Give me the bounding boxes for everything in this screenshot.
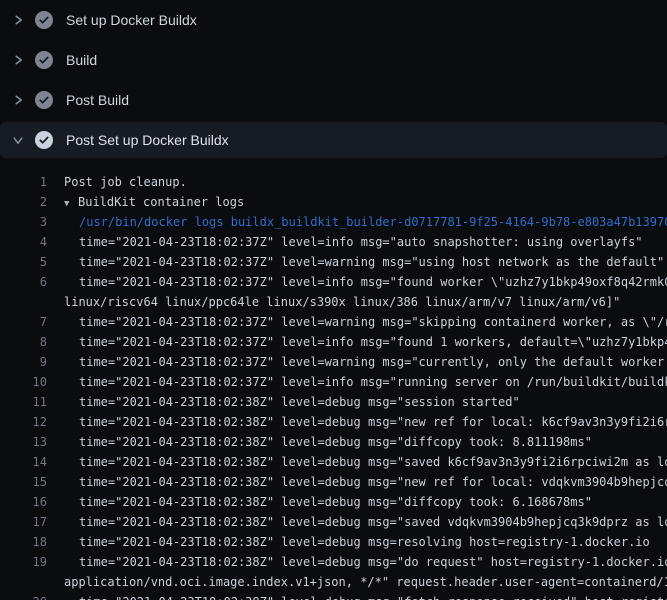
log-line: 11 time="2021-04-23T18:02:38Z" level=deb… <box>0 392 667 412</box>
chevron-right-icon <box>10 94 26 106</box>
log-line: 20 time="2021-04-23T18:02:38Z" level=deb… <box>0 592 667 600</box>
log-line: 17 time="2021-04-23T18:02:38Z" level=deb… <box>0 512 667 532</box>
line-number[interactable]: 7 <box>0 312 47 332</box>
step-title: Post Build <box>66 92 129 108</box>
line-text: linux/riscv64 linux/ppc64le linux/s390x … <box>64 292 620 312</box>
log-line: 6 time="2021-04-23T18:02:37Z" level=info… <box>0 272 667 292</box>
log-line: 5 time="2021-04-23T18:02:37Z" level=warn… <box>0 252 667 272</box>
line-number[interactable]: 20 <box>0 592 47 600</box>
step-header-post-set-up-docker-buildx[interactable]: Post Set up Docker Buildx <box>0 122 667 158</box>
log-line: 8 time="2021-04-23T18:02:37Z" level=info… <box>0 332 667 352</box>
line-number[interactable]: 8 <box>0 332 47 352</box>
log-line: application/vnd.oci.image.index.v1+json,… <box>0 572 667 592</box>
line-text: /usr/bin/docker logs buildx_buildkit_bui… <box>64 212 667 232</box>
line-text: time="2021-04-23T18:02:38Z" level=debug … <box>64 432 592 452</box>
line-number[interactable]: 15 <box>0 472 47 492</box>
check-circle-icon <box>35 11 53 29</box>
line-number[interactable]: 1 <box>0 172 47 192</box>
line-number[interactable]: 10 <box>0 372 47 392</box>
line-number[interactable]: 13 <box>0 432 47 452</box>
check-circle-icon <box>35 131 53 149</box>
line-text: Post job cleanup. <box>64 172 187 192</box>
log-line: 13 time="2021-04-23T18:02:38Z" level=deb… <box>0 432 667 452</box>
step-header-set-up-docker-buildx[interactable]: Set up Docker Buildx <box>0 2 667 38</box>
line-number[interactable] <box>0 292 47 312</box>
line-text: time="2021-04-23T18:02:37Z" level=warnin… <box>64 352 667 372</box>
line-text: time="2021-04-23T18:02:38Z" level=debug … <box>64 452 667 472</box>
step-header-post-build[interactable]: Post Build <box>0 82 667 118</box>
step-list: Set up Docker Buildx Build Post Build <box>0 0 667 158</box>
line-number[interactable]: 4 <box>0 232 47 252</box>
log-line: 15 time="2021-04-23T18:02:38Z" level=deb… <box>0 472 667 492</box>
line-number[interactable]: 11 <box>0 392 47 412</box>
line-number[interactable]: 5 <box>0 252 47 272</box>
line-number[interactable] <box>0 572 47 592</box>
log-lines: 1 Post job cleanup. 2 ▼ BuildKit contain… <box>0 162 667 600</box>
workflow-log-viewer: Set up Docker Buildx Build Post Build <box>0 0 667 600</box>
step-title: Post Set up Docker Buildx <box>66 132 229 148</box>
line-text: time="2021-04-23T18:02:37Z" level=info m… <box>64 332 667 352</box>
line-number[interactable]: 17 <box>0 512 47 532</box>
log-line: 18 time="2021-04-23T18:02:38Z" level=deb… <box>0 532 667 552</box>
line-text: time="2021-04-23T18:02:37Z" level=info m… <box>64 232 643 252</box>
log-line: 3 /usr/bin/docker logs buildx_buildkit_b… <box>0 212 667 232</box>
log-line: 10 time="2021-04-23T18:02:37Z" level=inf… <box>0 372 667 392</box>
line-text: time="2021-04-23T18:02:38Z" level=debug … <box>64 392 520 412</box>
chevron-right-icon <box>10 14 26 26</box>
line-text: time="2021-04-23T18:02:38Z" level=debug … <box>64 552 667 572</box>
line-text: ▼ BuildKit container logs <box>64 192 244 212</box>
log-line: 19 time="2021-04-23T18:02:38Z" level=deb… <box>0 552 667 572</box>
line-text: time="2021-04-23T18:02:38Z" level=debug … <box>64 592 667 600</box>
line-number[interactable]: 9 <box>0 352 47 372</box>
line-text: time="2021-04-23T18:02:37Z" level=info m… <box>64 272 667 292</box>
check-circle-icon <box>35 91 53 109</box>
log-line: 4 time="2021-04-23T18:02:37Z" level=info… <box>0 232 667 252</box>
check-circle-icon <box>35 51 53 69</box>
chevron-down-icon <box>10 134 26 146</box>
line-number[interactable]: 14 <box>0 452 47 472</box>
log-line: 12 time="2021-04-23T18:02:38Z" level=deb… <box>0 412 667 432</box>
line-text: time="2021-04-23T18:02:37Z" level=warnin… <box>64 252 664 272</box>
line-number[interactable]: 3 <box>0 212 47 232</box>
log-line: 1 Post job cleanup. <box>0 172 667 192</box>
log-line: 7 time="2021-04-23T18:02:37Z" level=warn… <box>0 312 667 332</box>
line-number[interactable]: 6 <box>0 272 47 292</box>
log-line: 2 ▼ BuildKit container logs <box>0 192 667 212</box>
line-text: time="2021-04-23T18:02:38Z" level=debug … <box>64 492 592 512</box>
line-text: time="2021-04-23T18:02:37Z" level=info m… <box>64 372 667 392</box>
line-number[interactable]: 18 <box>0 532 47 552</box>
chevron-right-icon <box>10 54 26 66</box>
log-line: 14 time="2021-04-23T18:02:38Z" level=deb… <box>0 452 667 472</box>
line-number[interactable]: 2 <box>0 192 47 212</box>
log-line: linux/riscv64 linux/ppc64le linux/s390x … <box>0 292 667 312</box>
log-line: 16 time="2021-04-23T18:02:38Z" level=deb… <box>0 492 667 512</box>
line-text: application/vnd.oci.image.index.v1+json,… <box>64 572 667 592</box>
step-header-build[interactable]: Build <box>0 42 667 78</box>
line-number[interactable]: 12 <box>0 412 47 432</box>
line-number[interactable]: 16 <box>0 492 47 512</box>
line-text: time="2021-04-23T18:02:37Z" level=warnin… <box>64 312 667 332</box>
caret-down-icon[interactable]: ▼ <box>64 194 78 212</box>
step-title: Build <box>66 52 97 68</box>
line-text: time="2021-04-23T18:02:38Z" level=debug … <box>64 512 667 532</box>
line-text: time="2021-04-23T18:02:38Z" level=debug … <box>64 532 650 552</box>
line-text: time="2021-04-23T18:02:38Z" level=debug … <box>64 472 667 492</box>
step-title: Set up Docker Buildx <box>66 12 197 28</box>
log-line: 9 time="2021-04-23T18:02:37Z" level=warn… <box>0 352 667 372</box>
line-number[interactable]: 19 <box>0 552 47 572</box>
line-text: time="2021-04-23T18:02:38Z" level=debug … <box>64 412 667 432</box>
